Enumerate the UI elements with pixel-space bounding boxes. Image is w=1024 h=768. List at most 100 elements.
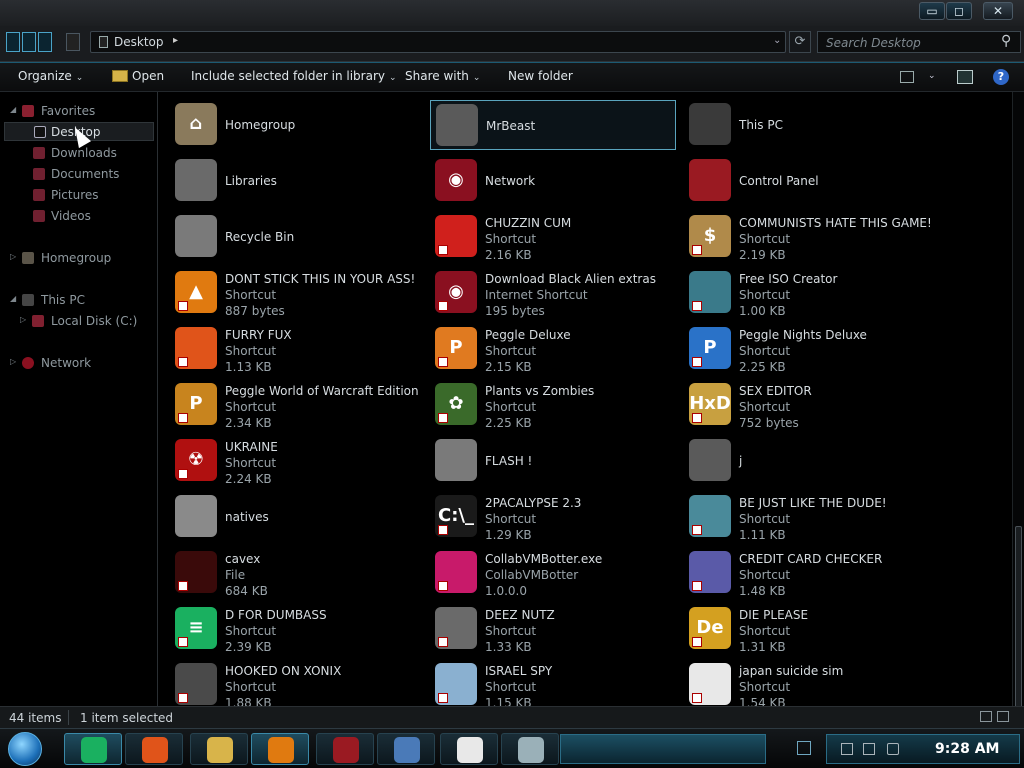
file-item[interactable]: BE JUST LIKE THE DUDE! Shortcut 1.11 KB — [684, 492, 930, 542]
file-item[interactable]: j — [684, 436, 930, 486]
nav-videos[interactable]: Videos — [0, 207, 156, 226]
minimize-button[interactable]: ▭ — [919, 2, 945, 20]
organize-button[interactable]: Organize ⌄ — [18, 69, 83, 83]
nav-local-disk[interactable]: ▷ Local Disk (C:) — [0, 312, 156, 331]
details-view-icon[interactable] — [980, 711, 992, 722]
chat-bubble-icon: ≡ — [175, 607, 217, 649]
close-button[interactable]: ✕ — [983, 2, 1013, 20]
taskbar-app-button[interactable] — [251, 733, 309, 765]
file-item[interactable]: cavex File 684 KB — [170, 548, 416, 598]
collapsed-icon[interactable]: ▷ — [10, 357, 16, 366]
folder-icon — [99, 36, 108, 48]
file-item[interactable]: Libraries — [170, 156, 416, 206]
flag-icon[interactable] — [841, 743, 853, 755]
file-item[interactable]: ISRAEL SPY Shortcut 1.15 KB — [430, 660, 676, 706]
taskbar-app-button[interactable] — [64, 733, 122, 765]
new-folder-button[interactable]: New folder — [508, 69, 573, 83]
maximize-button[interactable]: ◻ — [946, 2, 972, 20]
file-item[interactable]: FLASH ! — [430, 436, 676, 486]
refresh-button[interactable]: ⟳ — [789, 31, 811, 53]
file-item[interactable]: P Peggle Deluxe Shortcut 2.15 KB — [430, 324, 676, 374]
open-button[interactable]: Open — [112, 69, 164, 83]
file-item[interactable]: FURRY FUX Shortcut 1.13 KB — [170, 324, 416, 374]
expanded-icon[interactable]: ◢ — [10, 105, 16, 114]
search-icon[interactable]: ⚲ — [1001, 33, 1011, 49]
nav-this-pc[interactable]: ◢ This PC — [0, 291, 156, 310]
preview-pane-icon[interactable] — [957, 70, 973, 84]
file-item[interactable]: ◉ Network — [430, 156, 676, 206]
change-view-icon[interactable] — [900, 71, 914, 83]
large-icons-view-icon[interactable] — [997, 711, 1009, 722]
file-item[interactable]: ◉ Download Black Alien extras Internet Sho… — [430, 268, 676, 318]
taskbar-app-button[interactable] — [190, 733, 248, 765]
chevron-down-icon[interactable]: ⌄ — [773, 35, 781, 46]
file-item[interactable]: ≡ D FOR DUMBASS Shortcut 2.39 KB — [170, 604, 416, 654]
file-item[interactable]: ✿ Plants vs Zombies Shortcut 2.25 KB — [430, 380, 676, 430]
taskbar-app-button[interactable] — [440, 733, 498, 765]
file-item[interactable]: CollabVMBotter.exe CollabVMBotter 1.0.0.0 — [430, 548, 676, 598]
clock[interactable]: 9:28 AM — [935, 741, 999, 757]
taskbar-app-button[interactable] — [316, 733, 374, 765]
file-item[interactable]: C:\_ 2PACALYPSE 2.3 Shortcut 1.29 KB — [430, 492, 676, 542]
file-item[interactable]: HOOKED ON XONIX Shortcut 1.88 KB — [170, 660, 416, 706]
file-type: Shortcut — [485, 344, 537, 358]
volume-icon[interactable] — [887, 743, 899, 755]
nav-network[interactable]: ▷ Network — [0, 354, 156, 373]
internet-shortcut-icon: ◉ — [435, 271, 477, 313]
help-icon[interactable]: ? — [993, 69, 1009, 85]
file-item[interactable]: ⌂ Homegroup — [170, 100, 416, 150]
show-desktop-icon[interactable] — [797, 741, 811, 755]
file-item[interactable]: ☢ UKRAINE Shortcut 2.24 KB — [170, 436, 416, 486]
include-in-library-button[interactable]: Include selected folder in library ⌄ — [191, 69, 397, 83]
collapsed-icon[interactable]: ▷ — [10, 252, 16, 261]
layout-icon[interactable] — [66, 33, 80, 51]
file-item[interactable]: ▲ DONT STICK THIS IN YOUR ASS! Shortcut 887… — [170, 268, 416, 318]
file-name: Homegroup — [225, 118, 296, 132]
file-item[interactable]: HxD SEX EDITOR Shortcut 752 bytes — [684, 380, 930, 430]
file-item[interactable]: DEEZ NUTZ Shortcut 1.33 KB — [430, 604, 676, 654]
start-button[interactable] — [8, 732, 42, 766]
search-input[interactable]: Search Desktop ⚲ — [817, 31, 1021, 53]
pane-icon[interactable] — [38, 32, 52, 52]
pane-icon[interactable] — [6, 32, 20, 52]
breadcrumb-arrow-icon[interactable]: ▸ — [173, 35, 178, 46]
address-bar[interactable]: Desktop ▸ ⌄ — [90, 31, 786, 53]
file-type: Shortcut — [739, 624, 791, 638]
file-item[interactable]: CREDIT CARD CHECKER Shortcut 1.48 KB — [684, 548, 930, 598]
nav-favorites[interactable]: ◢ Favorites — [0, 102, 156, 121]
chevron-down-icon[interactable]: ⌄ — [928, 71, 936, 81]
file-item[interactable]: This PC — [684, 100, 930, 150]
expanded-icon[interactable]: ◢ — [10, 294, 16, 303]
file-type: Shortcut — [225, 344, 277, 358]
file-item[interactable]: Recycle Bin — [170, 212, 416, 262]
shortcut-arrow-icon — [692, 637, 702, 647]
taskbar-window-button[interactable] — [560, 734, 766, 764]
network-tray-icon[interactable] — [863, 743, 875, 755]
vertical-scrollbar[interactable] — [1012, 92, 1024, 768]
nav-documents[interactable]: Documents — [0, 165, 156, 184]
file-item[interactable]: MrBeast — [430, 100, 676, 150]
navigation-pane: ◢ Favorites Desktop Downloads Documents … — [0, 92, 158, 706]
share-with-button[interactable]: Share with ⌄ — [405, 69, 480, 83]
file-item[interactable]: natives — [170, 492, 416, 542]
taskbar-app-button[interactable] — [377, 733, 435, 765]
file-item[interactable]: De DIE PLEASE Shortcut 1.31 KB — [684, 604, 930, 654]
file-item[interactable]: P Peggle Nights Deluxe Shortcut 2.25 KB — [684, 324, 930, 374]
radiation-icon: ☢ — [175, 439, 217, 481]
nav-homegroup[interactable]: ▷ Homegroup — [0, 249, 156, 268]
taskbar-app-button[interactable] — [125, 733, 183, 765]
taskbar-app-button[interactable] — [501, 733, 559, 765]
file-item[interactable]: japan suicide sim Shortcut 1.54 KB — [684, 660, 930, 706]
address-location[interactable]: Desktop — [114, 35, 164, 49]
nav-pictures[interactable]: Pictures — [0, 186, 156, 205]
file-item[interactable]: $ COMMUNISTS HATE THIS GAME! Shortcut 2.19 … — [684, 212, 932, 262]
file-item[interactable]: CHUZZIN CUM Shortcut 2.16 KB — [430, 212, 676, 262]
collapsed-icon[interactable]: ▷ — [20, 315, 26, 324]
pane-icon[interactable] — [22, 32, 36, 52]
file-size: 1.54 KB — [739, 696, 786, 706]
file-item[interactable]: Control Panel — [684, 156, 930, 206]
file-item[interactable]: Free ISO Creator Shortcut 1.00 KB — [684, 268, 930, 318]
view-toggle-icons[interactable] — [6, 32, 58, 52]
file-item[interactable]: P Peggle World of Warcraft Edition Shortcu… — [170, 380, 419, 430]
shortcut-arrow-icon — [692, 581, 702, 591]
